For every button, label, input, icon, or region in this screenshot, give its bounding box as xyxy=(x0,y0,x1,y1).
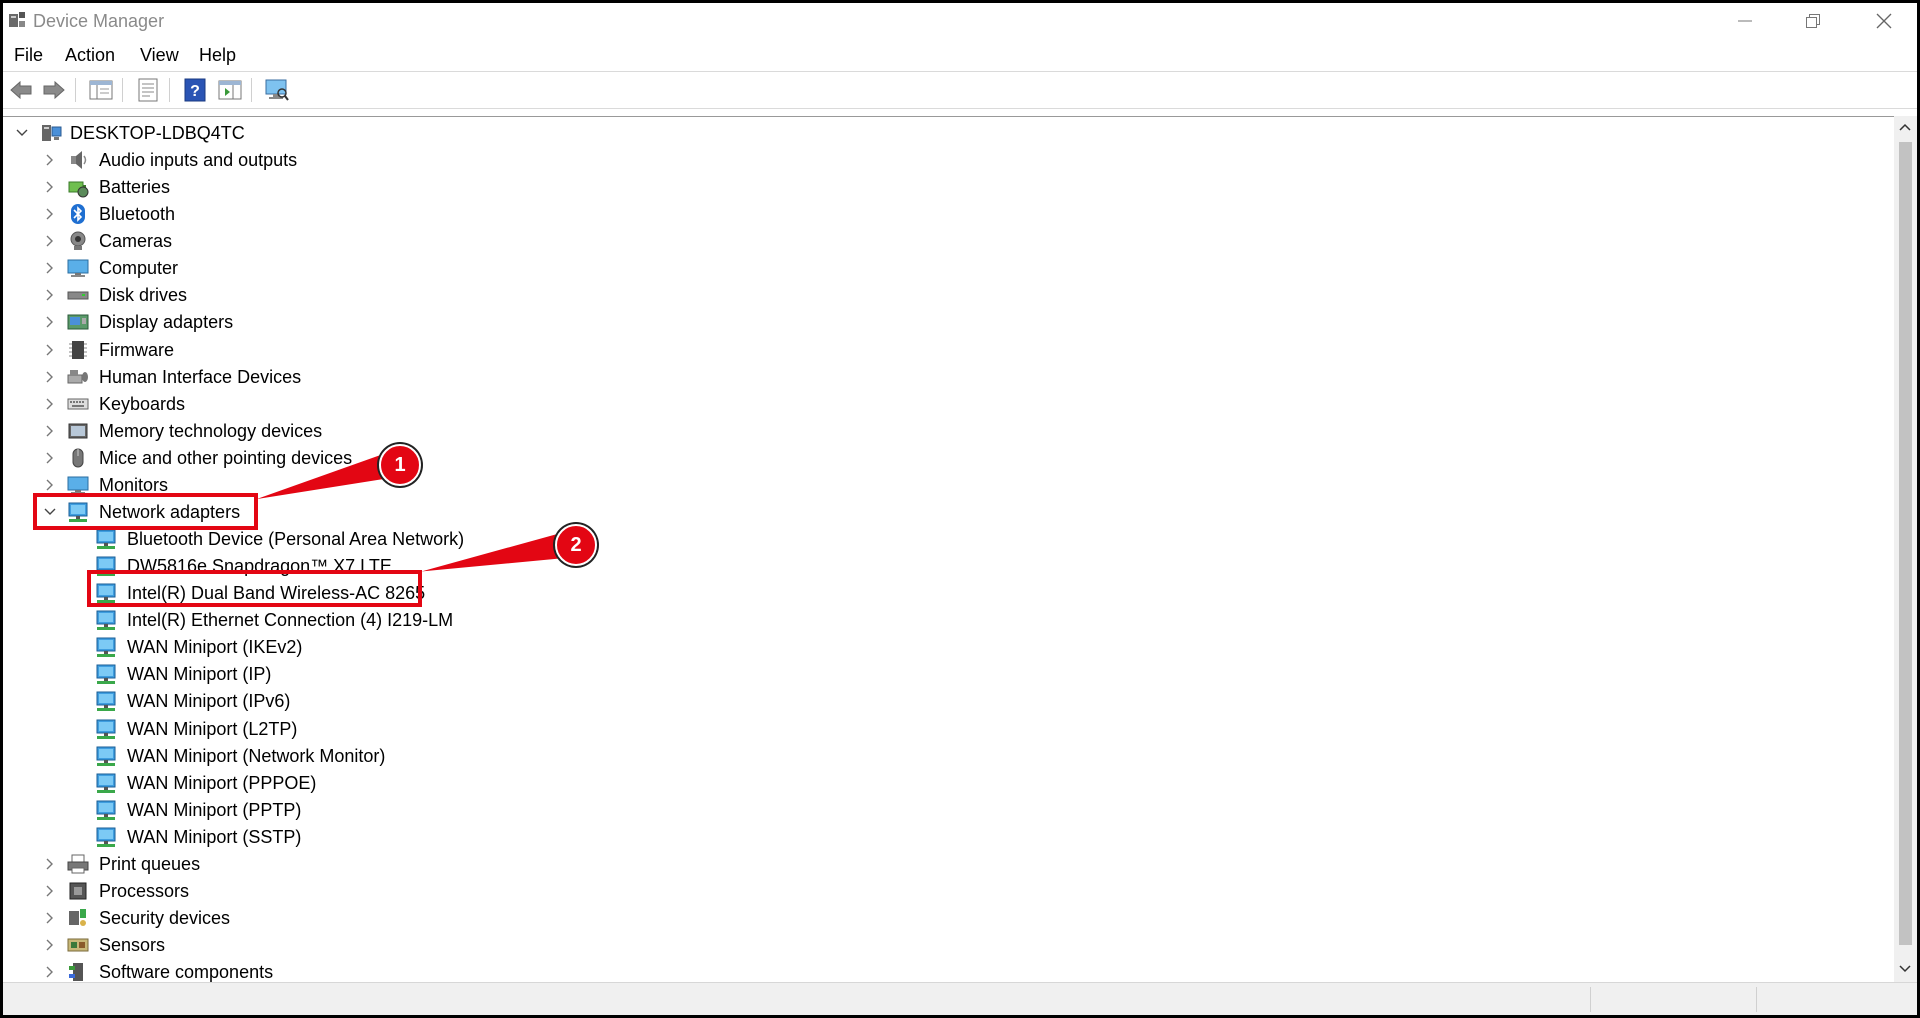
highlight-intel-wireless-adapter xyxy=(87,570,422,607)
annotation-pointers xyxy=(248,453,575,574)
device-manager-window: Device Manager File Action View Help ? D… xyxy=(3,3,1917,1015)
callout-2-pointer xyxy=(412,532,575,574)
callout-1-pointer xyxy=(248,453,397,502)
callout-2: 2 xyxy=(555,524,597,566)
highlight-network-adapters xyxy=(33,493,258,530)
callout-1: 1 xyxy=(379,444,421,486)
